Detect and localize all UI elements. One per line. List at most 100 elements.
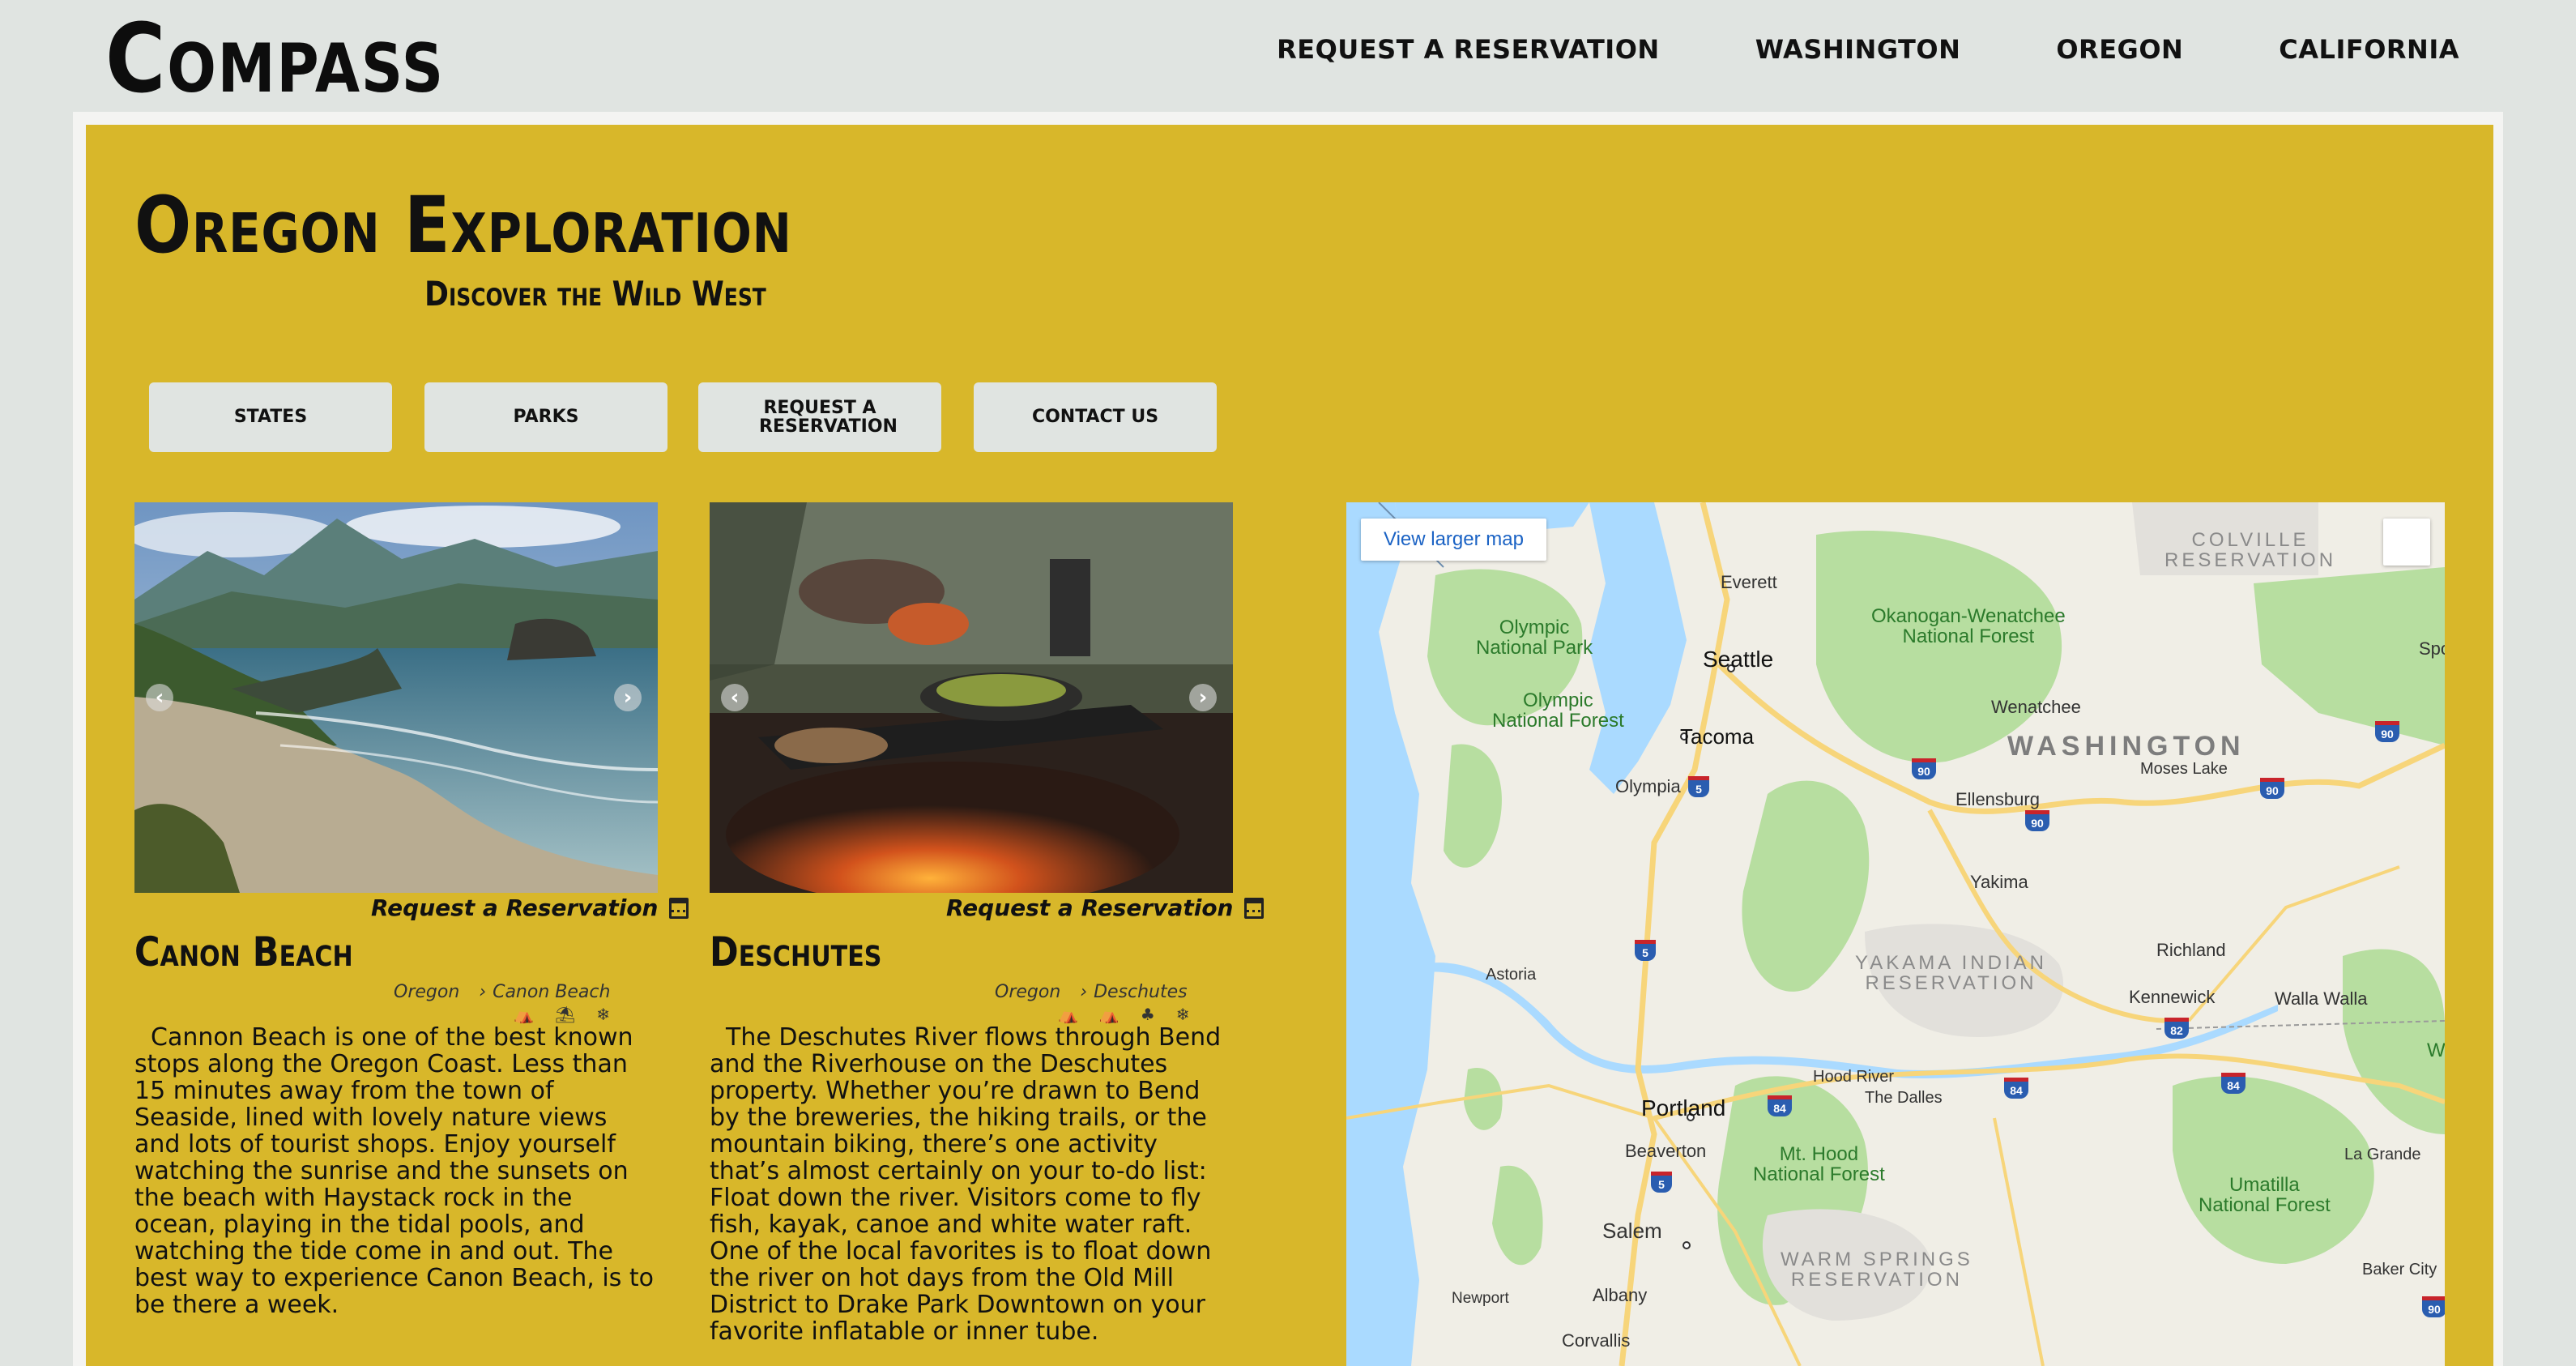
snowflake-icon: ❄ <box>596 1005 611 1024</box>
nav-request-reservation[interactable]: REQUEST A RESERVATION <box>1277 34 1660 65</box>
region-type: RESERVATION <box>2164 549 2337 572</box>
region-name: WARM SPRINGS <box>1781 1249 1973 1270</box>
site-logo[interactable]: Compass <box>105 6 445 112</box>
beach-umbrella-icon: ⛱ <box>554 1005 576 1024</box>
tent-icon: ⛺ <box>1058 1005 1078 1024</box>
map-fullscreen-button[interactable] <box>2383 519 2430 566</box>
top-nav: REQUEST A RESERVATION WASHINGTON OREGON … <box>1277 34 2459 65</box>
map-label-kennewick: Kennewick <box>2129 987 2216 1007</box>
map-label-w-partial: W <box>2427 1039 2445 1061</box>
page-title: Oregon Exploration <box>134 180 792 271</box>
map-label-la-grande: La Grande <box>2344 1146 2421 1163</box>
reserve-link-label: Request a Reservation <box>371 894 659 921</box>
interstate-shield-icon: 90 <box>2260 778 2284 799</box>
carousel-prev-icon[interactable]: ‹ <box>721 684 748 711</box>
carousel-prev-icon[interactable]: ‹ <box>146 684 173 711</box>
request-reservation-button[interactable]: REQUEST A RESERVATION <box>698 382 941 452</box>
park-type: National Forest <box>1902 625 2035 648</box>
nav-california[interactable]: CALIFORNIA <box>2279 34 2459 65</box>
map-label-hood-river: Hood River <box>1813 1068 1895 1086</box>
carousel-next-icon[interactable]: › <box>1189 684 1217 711</box>
map-label-beaverton: Beaverton <box>1625 1141 1707 1161</box>
breadcrumb: Oregon › Canon Beach <box>394 982 610 1002</box>
contact-us-button-label: CONTACT US <box>1031 407 1159 428</box>
contact-us-button[interactable]: CONTACT US <box>974 382 1217 452</box>
interstate-shield-icon: 5 <box>1651 1172 1672 1193</box>
canon-beach-title: Canon Beach <box>134 928 353 975</box>
map-label-yakima: Yakima <box>1970 872 2028 892</box>
deschutes-image <box>710 502 1233 893</box>
region-type: RESERVATION <box>1865 972 2037 995</box>
interstate-shield-icon: 84 <box>2004 1078 2028 1099</box>
interstate-shield-icon: 84 <box>2221 1073 2245 1094</box>
region-name: YAKAMA INDIAN <box>1855 952 2047 974</box>
interstate-shield-icon: 90 <box>2375 721 2399 742</box>
map-label-moses-lake: Moses Lake <box>2140 760 2228 778</box>
park-name: Okanogan-Wenatchee <box>1871 605 2066 627</box>
interstate-shield-icon: 90 <box>2025 810 2049 831</box>
view-larger-map-link[interactable]: View larger map <box>1361 519 1546 561</box>
park-name: Olympic <box>1499 617 1570 638</box>
region-type: RESERVATION <box>1790 1269 1963 1291</box>
interstate-shield-icon: 5 <box>1688 776 1709 797</box>
breadcrumb-state[interactable]: Oregon <box>394 982 459 1002</box>
canon-beach-reserve-link[interactable]: Request a Reservation <box>371 894 689 921</box>
map-label-warm-springs: WARM SPRINGS RESERVATION <box>1781 1249 1973 1291</box>
states-button[interactable]: STATES <box>149 382 392 452</box>
map-label-newport: Newport <box>1452 1290 1509 1307</box>
breadcrumb-place[interactable]: Canon Beach <box>493 982 610 1002</box>
breadcrumb-place[interactable]: Deschutes <box>1094 982 1188 1002</box>
embedded-map[interactable]: View larger map Everett Seattle Tacoma O… <box>1346 502 2445 1366</box>
map-label-ellensburg: Ellensburg <box>1955 789 2040 809</box>
breadcrumb-state[interactable]: Oregon <box>995 982 1060 1002</box>
interstate-shield-icon: 82 <box>2164 1018 2189 1039</box>
map-label-albany: Albany <box>1593 1285 1648 1305</box>
map-label-astoria: Astoria <box>1486 966 1537 984</box>
chevron-right-icon: › <box>479 982 487 1002</box>
map-label-olympic-np: Olympic National Park <box>1476 617 1593 659</box>
map-label-washington: WASHINGTON <box>2007 731 2245 762</box>
map-label-mt-hood-nf: Mt. Hood National Forest <box>1753 1144 1885 1185</box>
map-label-salem: Salem <box>1602 1219 1662 1243</box>
snowflake-icon: ❄ <box>1175 1005 1190 1024</box>
map-label-yakama: YAKAMA INDIAN RESERVATION <box>1855 952 2047 995</box>
map-label-corvallis: Corvallis <box>1562 1330 1631 1351</box>
parks-button[interactable]: PARKS <box>424 382 667 452</box>
park-type: National Forest <box>1492 710 1624 732</box>
amenities: ⛺ ⛺ ♣ ❄ <box>1058 1005 1190 1024</box>
map-label-olympia: Olympia <box>1615 776 1681 796</box>
deschutes-reserve-link[interactable]: Request a Reservation <box>946 894 1265 921</box>
page-subtitle: Discover the Wild West <box>424 274 766 314</box>
interstate-shield-icon: 90 <box>2422 1296 2445 1317</box>
park-name: Olympic <box>1523 689 1593 711</box>
map-label-walla-walla: Walla Walla <box>2275 988 2368 1009</box>
nav-oregon[interactable]: OREGON <box>2056 34 2183 65</box>
request-reservation-button-label: REQUEST A RESERVATION <box>759 397 898 437</box>
map-label-colville: COLVILLE RESERVATION <box>2164 529 2337 572</box>
canon-beach-description: Cannon Beach is one of the best known st… <box>134 1023 654 1319</box>
map-label-everett: Everett <box>1721 572 1777 592</box>
carousel-next-icon[interactable]: › <box>614 684 642 711</box>
tent-icon: ⛺ <box>514 1005 534 1024</box>
chevron-right-icon: › <box>1080 982 1088 1002</box>
map-label-okanogan-nf: Okanogan-Wenatchee National Forest <box>1871 606 2066 647</box>
calendar-icon <box>1244 897 1265 919</box>
park-name: Umatilla <box>2229 1174 2300 1196</box>
map-label-tacoma: Tacoma <box>1680 724 1755 749</box>
nav-washington[interactable]: WASHINGTON <box>1755 34 1961 65</box>
deschutes-title: Deschutes <box>710 928 882 975</box>
reserve-link-label: Request a Reservation <box>946 894 1234 921</box>
map-label-seattle: Seattle <box>1703 647 1774 672</box>
map-label-portland: Portland <box>1641 1095 1726 1121</box>
interstate-shield-icon: 5 <box>1635 940 1656 961</box>
parks-button-label: PARKS <box>513 407 579 428</box>
canon-beach-image <box>134 502 658 893</box>
map-label-the-dalles: The Dalles <box>1865 1089 1943 1107</box>
tent-icon: ⛺ <box>1098 1005 1120 1024</box>
calendar-icon <box>669 897 689 919</box>
park-name: Mt. Hood <box>1779 1143 1859 1165</box>
map-label-wenatchee: Wenatchee <box>1991 697 2081 717</box>
canon-beach-photo <box>134 502 658 893</box>
park-type: National Forest <box>2199 1194 2331 1217</box>
region-name: COLVILLE <box>2191 529 2309 551</box>
